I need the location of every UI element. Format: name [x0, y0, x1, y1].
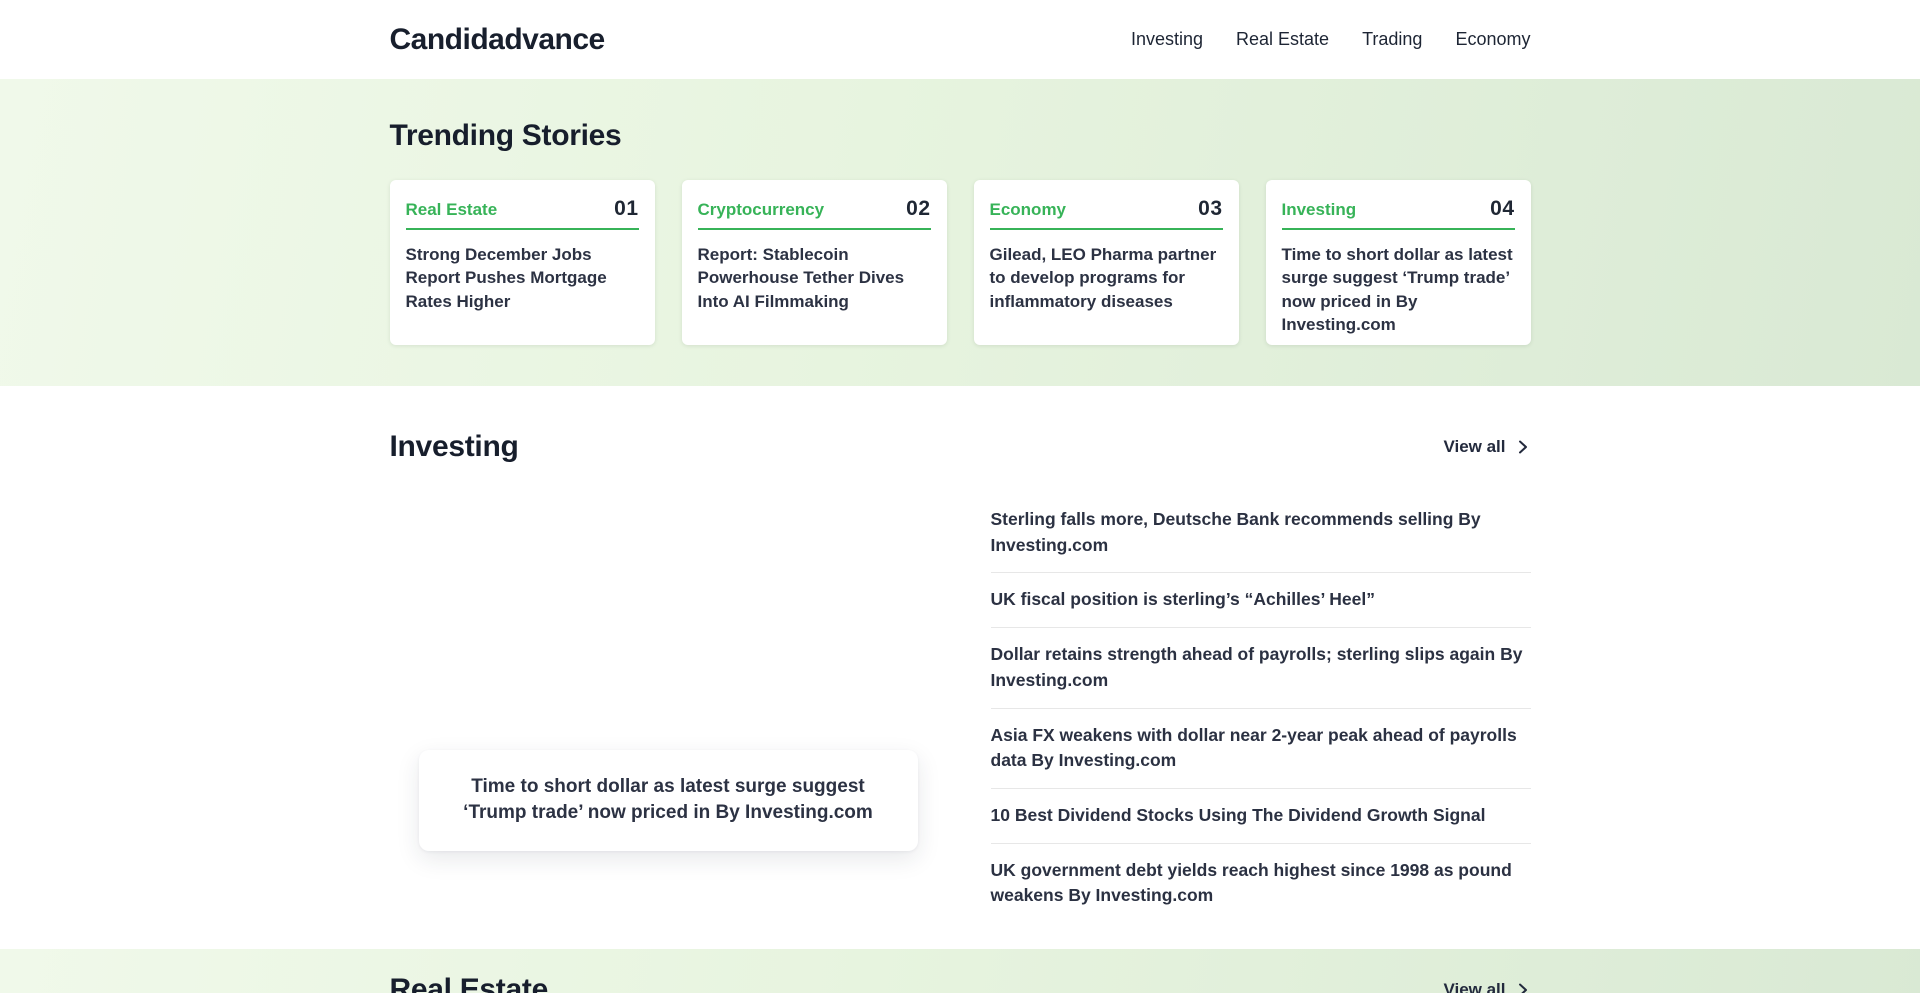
- trending-card-number: 01: [614, 197, 638, 221]
- site-header: Candidadvance Investing Real Estate Trad…: [0, 0, 1920, 79]
- real-estate-section-head: Real Estate View all: [390, 973, 1531, 993]
- investing-view-all-link[interactable]: View all: [1443, 437, 1530, 457]
- brand-logo[interactable]: Candidadvance: [390, 23, 605, 57]
- trending-card-title: Strong December Jobs Report Pushes Mortg…: [406, 243, 639, 313]
- article-title: Dollar retains strength ahead of payroll…: [991, 642, 1531, 693]
- real-estate-section: Real Estate View all: [0, 949, 1920, 993]
- featured-article[interactable]: Time to short dollar as latest surge sug…: [390, 476, 957, 896]
- trending-card-head: Cryptocurrency 02: [698, 197, 931, 230]
- trending-card[interactable]: Cryptocurrency 02 Report: Stablecoin Pow…: [682, 180, 947, 345]
- trending-card-category: Investing: [1282, 200, 1357, 220]
- real-estate-title: Real Estate: [390, 973, 548, 993]
- featured-article-card[interactable]: Time to short dollar as latest surge sug…: [419, 750, 918, 851]
- trending-card-category: Cryptocurrency: [698, 200, 825, 220]
- list-item[interactable]: Dollar retains strength ahead of payroll…: [991, 628, 1531, 708]
- trending-card-head: Investing 04: [1282, 197, 1515, 230]
- trending-card-title: Report: Stablecoin Powerhouse Tether Div…: [698, 243, 931, 313]
- view-all-label: View all: [1443, 437, 1505, 457]
- investing-body: Time to short dollar as latest surge sug…: [390, 476, 1531, 923]
- trending-card-number: 02: [906, 197, 930, 221]
- list-item[interactable]: UK government debt yields reach highest …: [991, 844, 1531, 923]
- chevron-right-icon: [1515, 439, 1531, 455]
- investing-article-list: Sterling falls more, Deutsche Bank recom…: [991, 493, 1531, 923]
- investing-title: Investing: [390, 430, 519, 464]
- chevron-right-icon: [1515, 982, 1531, 993]
- nav-item-real-estate[interactable]: Real Estate: [1236, 29, 1329, 50]
- trending-card[interactable]: Investing 04 Time to short dollar as lat…: [1266, 180, 1531, 345]
- list-item[interactable]: UK fiscal position is sterling’s “Achill…: [991, 573, 1531, 628]
- trending-card-category: Real Estate: [406, 200, 498, 220]
- trending-card-title: Gilead, LEO Pharma partner to develop pr…: [990, 243, 1223, 313]
- trending-section: Trending Stories Real Estate 01 Strong D…: [0, 79, 1920, 386]
- nav-item-economy[interactable]: Economy: [1455, 29, 1530, 50]
- article-title: UK fiscal position is sterling’s “Achill…: [991, 587, 1531, 613]
- main-nav: Investing Real Estate Trading Economy: [1131, 29, 1531, 50]
- trending-card-head: Real Estate 01: [406, 197, 639, 230]
- view-all-label: View all: [1443, 980, 1505, 993]
- trending-card-category: Economy: [990, 200, 1067, 220]
- list-item[interactable]: Sterling falls more, Deutsche Bank recom…: [991, 493, 1531, 573]
- investing-section: Investing View all Time to short dollar …: [0, 386, 1920, 949]
- nav-item-investing[interactable]: Investing: [1131, 29, 1203, 50]
- real-estate-view-all-link[interactable]: View all: [1443, 980, 1530, 993]
- article-title: Sterling falls more, Deutsche Bank recom…: [991, 507, 1531, 558]
- list-item[interactable]: 10 Best Dividend Stocks Using The Divide…: [991, 789, 1531, 844]
- trending-cards: Real Estate 01 Strong December Jobs Repo…: [390, 180, 1531, 345]
- list-item[interactable]: Asia FX weakens with dollar near 2-year …: [991, 709, 1531, 789]
- trending-card[interactable]: Economy 03 Gilead, LEO Pharma partner to…: [974, 180, 1239, 345]
- investing-section-head: Investing View all: [390, 430, 1531, 464]
- nav-item-trading[interactable]: Trading: [1362, 29, 1422, 50]
- trending-card[interactable]: Real Estate 01 Strong December Jobs Repo…: [390, 180, 655, 345]
- trending-card-head: Economy 03: [990, 197, 1223, 230]
- trending-title: Trending Stories: [390, 119, 1531, 153]
- trending-card-number: 03: [1198, 197, 1222, 221]
- article-title: Asia FX weakens with dollar near 2-year …: [991, 723, 1531, 774]
- featured-article-title: Time to short dollar as latest surge sug…: [439, 774, 898, 827]
- trending-card-number: 04: [1490, 197, 1514, 221]
- article-title: 10 Best Dividend Stocks Using The Divide…: [991, 803, 1531, 829]
- article-title: UK government debt yields reach highest …: [991, 858, 1531, 909]
- trending-card-title: Time to short dollar as latest surge sug…: [1282, 243, 1515, 337]
